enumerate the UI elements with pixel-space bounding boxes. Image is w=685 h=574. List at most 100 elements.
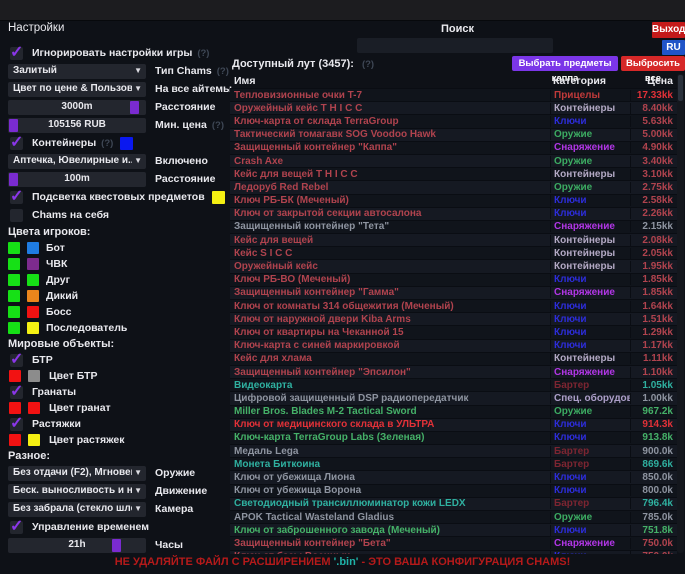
- quest-highlight-checkbox[interactable]: ✓: [10, 191, 23, 204]
- time-control-checkbox[interactable]: ✓: [10, 521, 23, 534]
- loot-table-row[interactable]: Тактический томагавк SOG Voodoo HawkОруж…: [230, 129, 677, 142]
- item-name: Защищенный контейнер "Каппа": [230, 142, 550, 153]
- loot-table-row[interactable]: Монета БиткоинаБартер869.6k: [230, 458, 677, 471]
- player-color-swatch-type[interactable]: [27, 290, 39, 302]
- loot-table-row[interactable]: Ключ от заброшенного завода (Меченый)Клю…: [230, 524, 677, 537]
- slider-handle[interactable]: [112, 539, 121, 552]
- player-color-swatch-visible[interactable]: [8, 242, 20, 254]
- loot-table-row[interactable]: Ключ от квартиры на Чеканной 15Ключи1.29…: [230, 326, 677, 339]
- world-color-label: Цвет БТР: [49, 370, 97, 382]
- loot-table-row[interactable]: Кейс S I C CКонтейнеры2.05kk: [230, 247, 677, 260]
- loot-table-row[interactable]: APOK Tactical Wasteland GladiusОружие785…: [230, 511, 677, 524]
- player-color-row: Босс: [8, 304, 226, 320]
- enabled-filter-dropdown[interactable]: Аптечка, Ювелирные и... ▼: [8, 154, 146, 169]
- help-hint[interactable]: (?): [362, 59, 374, 70]
- ignore-game-settings-checkbox[interactable]: ✓: [10, 47, 23, 60]
- weapon-dropdown[interactable]: Без отдачи (F2), Мгновенное п ▼: [8, 466, 146, 481]
- slider-handle[interactable]: [130, 101, 139, 114]
- chams-type-dropdown[interactable]: Залитый ▼: [8, 64, 146, 79]
- loot-table-row[interactable]: Защищенный контейнер "Тета"Снаряжение2.1…: [230, 221, 677, 234]
- all-items-dropdown[interactable]: Цвет по цене & Пользователь ▼: [8, 82, 146, 97]
- distance-slider[interactable]: 3000m: [8, 100, 146, 115]
- loot-table-row[interactable]: Защищенный контейнер "Бета"Снаряжение750…: [230, 537, 677, 550]
- item-category: Ключи: [550, 274, 630, 285]
- min-price-slider[interactable]: 105156 RUB: [8, 118, 146, 133]
- loot-table-row[interactable]: Защищенный контейнер "Эпсилон"Снаряжение…: [230, 366, 677, 379]
- world-color-swatch-2[interactable]: [28, 434, 40, 446]
- player-color-swatch-visible[interactable]: [8, 258, 20, 270]
- player-color-swatch-type[interactable]: [27, 242, 39, 254]
- loot-table-row[interactable]: Ледоруб Red RebelОружие2.75kk: [230, 181, 677, 194]
- drop-all-button[interactable]: Выбросить все: [621, 56, 685, 71]
- item-name: Видеокарта: [230, 380, 550, 391]
- all-items-row: Цвет по цене & Пользователь ▼ На все айт…: [8, 80, 226, 98]
- distance2-slider[interactable]: 100m: [8, 172, 146, 187]
- containers-checkbox[interactable]: ✓: [10, 137, 23, 150]
- world-color-swatch-2[interactable]: [28, 370, 40, 382]
- loot-table-row[interactable]: Ключ от медицинского склада в УЛЬТРАКлюч…: [230, 419, 677, 432]
- loot-table-row[interactable]: ВидеокартаБартер1.05kk: [230, 379, 677, 392]
- loot-table-row[interactable]: Светодиодный трансиллюминатор кожи LEDXБ…: [230, 498, 677, 511]
- loot-table-row[interactable]: Защищенный контейнер "Гамма"Снаряжение1.…: [230, 287, 677, 300]
- scrollbar-thumb[interactable]: [678, 75, 683, 101]
- player-color-swatch-visible[interactable]: [8, 290, 20, 302]
- item-name: Ключ РБ-БК (Меченый): [230, 195, 550, 206]
- loot-table-row[interactable]: Оружейный кейс T H I C CКонтейнеры8.40kk: [230, 102, 677, 115]
- loot-table-row[interactable]: Оружейный кейсКонтейнеры1.95kk: [230, 260, 677, 273]
- hours-label: Часы: [155, 539, 183, 551]
- exit-button[interactable]: Выход: [652, 22, 685, 38]
- loot-table-row[interactable]: Ключ от наружной двери Kiba ArmsКлючи1.5…: [230, 313, 677, 326]
- world-object-checkbox[interactable]: ✓: [10, 354, 23, 367]
- loot-table-row[interactable]: Miller Bros. Blades M-2 Tactical SwordОр…: [230, 406, 677, 419]
- help-hint[interactable]: (?): [197, 48, 209, 59]
- item-name: Кейс для хлама: [230, 353, 550, 364]
- loot-table-row[interactable]: Ключ-карта от склада TerraGroupКлючи5.63…: [230, 115, 677, 128]
- player-color-swatch-type[interactable]: [27, 274, 39, 286]
- loot-table-row[interactable]: Защищенный контейнер "Каппа"Снаряжение4.…: [230, 142, 677, 155]
- player-color-swatch-type[interactable]: [27, 258, 39, 270]
- world-color-swatch-2[interactable]: [28, 402, 40, 414]
- loot-table-row[interactable]: Медаль LegaБартер900.0k: [230, 445, 677, 458]
- loot-table-row[interactable]: Ключ от комнаты 314 общежития (Меченый)К…: [230, 300, 677, 313]
- player-color-swatch-type[interactable]: [27, 322, 39, 334]
- player-color-swatch-visible[interactable]: [8, 274, 20, 286]
- item-price: 967.2k: [630, 406, 677, 417]
- camera-dropdown[interactable]: Без забрала (стекло шлема) ▼: [8, 502, 146, 517]
- help-hint[interactable]: (?): [217, 66, 229, 77]
- world-color-swatch-1[interactable]: [9, 434, 21, 446]
- loot-table-row[interactable]: Ключ от убежища ВоронаКлючи800.0k: [230, 485, 677, 498]
- loot-table-row[interactable]: Ключ от закрытой секции автосалонаКлючи2…: [230, 208, 677, 221]
- loot-table-row[interactable]: Ключ РБ-ВО (Меченый)Ключи1.85kk: [230, 274, 677, 287]
- table-scrollbar[interactable]: [677, 74, 684, 553]
- loot-table-row[interactable]: Кейс для хламаКонтейнеры1.11kk: [230, 353, 677, 366]
- help-hint[interactable]: (?): [212, 120, 224, 131]
- world-object-checkbox[interactable]: ✓: [10, 386, 23, 399]
- distance-row: 3000m Расстояние: [8, 98, 226, 116]
- chams-self-checkbox[interactable]: ✓: [10, 209, 23, 222]
- slider-handle[interactable]: [9, 173, 18, 186]
- loot-table-row[interactable]: Тепловизионные очки T-7Прицелы17.33kk: [230, 89, 677, 102]
- loot-table-row[interactable]: Ключ РБ-БК (Меченый)Ключи2.58kk: [230, 195, 677, 208]
- help-hint[interactable]: (?): [101, 138, 113, 149]
- player-color-swatch-visible[interactable]: [8, 306, 20, 318]
- quest-color-swatch[interactable]: [212, 191, 225, 204]
- player-color-swatch-type[interactable]: [27, 306, 39, 318]
- check-icon: ✓: [10, 413, 23, 433]
- movement-dropdown[interactable]: Беск. выносливость и нет уста ▼: [8, 484, 146, 499]
- select-kappa-items-button[interactable]: Выбрать предметы каппа: [512, 56, 618, 71]
- loot-table-row[interactable]: Crash AxeОружие3.40kk: [230, 155, 677, 168]
- loot-table-row[interactable]: Кейс для вещей T H I C CКонтейнеры3.10kk: [230, 168, 677, 181]
- loot-table-row[interactable]: Ключ-карта TerraGroup Labs (Зеленая)Ключ…: [230, 432, 677, 445]
- world-object-checkbox[interactable]: ✓: [10, 418, 23, 431]
- language-button[interactable]: RU: [662, 40, 685, 55]
- loot-table-row[interactable]: Кейс для вещейКонтейнеры2.08kk: [230, 234, 677, 247]
- loot-table-row[interactable]: Ключ от убежища ЛионаКлючи850.0k: [230, 471, 677, 484]
- loot-table-row[interactable]: Ключ-карта с синей маркировкойКлючи1.17k…: [230, 340, 677, 353]
- world-object-color-row: Цвет гранат: [8, 400, 226, 416]
- slider-handle[interactable]: [9, 119, 18, 132]
- search-input[interactable]: [357, 38, 553, 53]
- loot-table-row[interactable]: Цифровой защищенный DSP радиопередатчикС…: [230, 392, 677, 405]
- containers-color-swatch[interactable]: [120, 137, 133, 150]
- player-color-swatch-visible[interactable]: [8, 322, 20, 334]
- item-category: Оружие: [550, 512, 630, 523]
